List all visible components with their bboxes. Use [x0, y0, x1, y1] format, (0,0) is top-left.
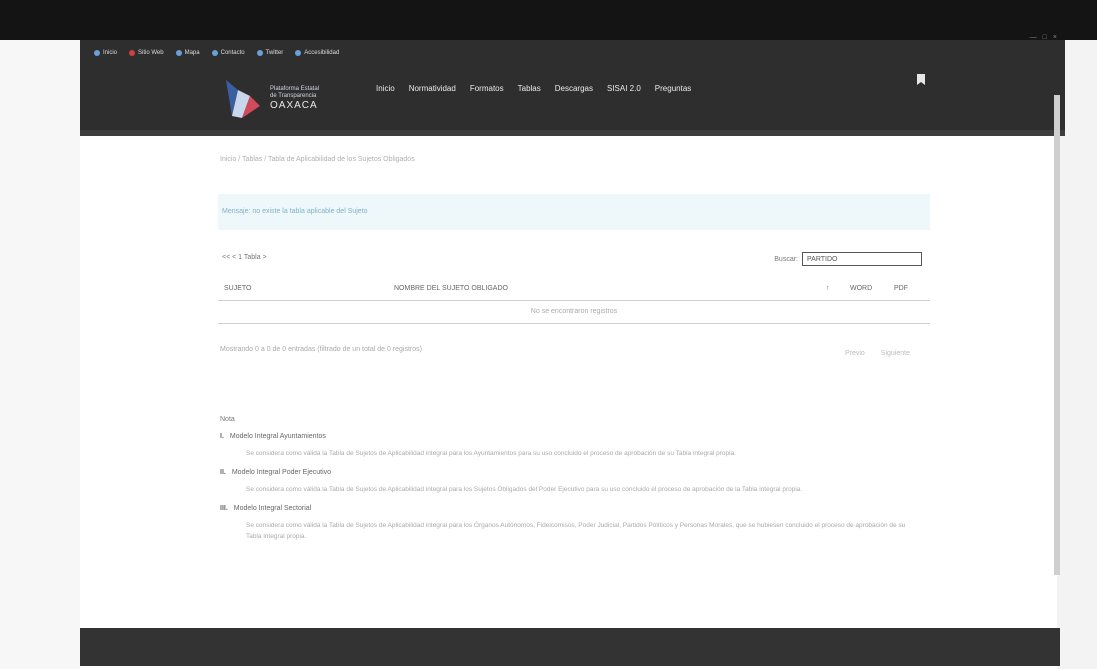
note-item: III. Modelo Integral Sectorial Se consid…: [220, 505, 920, 542]
topbar-label: Inicio: [103, 50, 118, 56]
note-number: I.: [220, 433, 224, 440]
previous-button[interactable]: Previo: [845, 350, 865, 357]
window-controls: — □ ×: [1030, 34, 1057, 41]
pager-bottom: Previo Siguiente: [845, 350, 910, 357]
twitter-icon: [256, 50, 263, 56]
note-title: Modelo Integral Ayuntamientos: [229, 433, 326, 440]
home-icon: [94, 50, 100, 56]
logo-line-1: Plataforma Estatal: [270, 85, 320, 92]
table-header: SUJETO NOMBRE DEL SUJETO OBLIGADO ↑ WORD…: [218, 278, 930, 301]
accessibility-icon: [295, 50, 302, 56]
column-header-word[interactable]: WORD: [850, 285, 872, 292]
utility-bar: Inicio Sitio Web Mapa Contacto Twitter A…: [94, 46, 339, 60]
site-logo[interactable]: Plataforma Estatal de Transparencia OAXA…: [220, 76, 319, 120]
table-row: No se encontraron registros: [218, 301, 930, 324]
note-body: Se considera como válida la Tabla de Suj…: [246, 522, 906, 540]
note-body: Se considera como válida la Tabla de Suj…: [246, 486, 803, 493]
notes-title: Nota: [220, 416, 235, 423]
site-footer: [80, 628, 1060, 666]
note-heading: III. Modelo Integral Sectorial: [220, 505, 920, 512]
note-heading: II. Modelo Integral Poder Ejecutivo: [220, 469, 920, 476]
mail-icon: [211, 50, 218, 56]
vertical-scrollbar[interactable]: [1054, 95, 1060, 575]
note-body: Se considera como válida la Tabla de Suj…: [246, 450, 736, 457]
note-item: II. Modelo Integral Poder Ejecutivo Se c…: [220, 469, 920, 495]
search-input[interactable]: [802, 252, 922, 266]
note-title: Modelo Integral Poder Ejecutivo: [231, 469, 332, 476]
notes-section: Nota I. Modelo Integral Ayuntamientos Se…: [220, 416, 920, 542]
nav-item-normatividad[interactable]: Normatividad: [409, 84, 456, 93]
next-button[interactable]: Siguiente: [881, 350, 910, 357]
globe-icon: [129, 50, 136, 56]
topbar-item-website[interactable]: Sitio Web: [129, 50, 164, 56]
bookmark-icon[interactable]: [917, 74, 925, 85]
main-nav: Inicio Normatividad Formatos Tablas Desc…: [376, 84, 691, 93]
breadcrumb[interactable]: Inicio / Tablas / Tabla de Aplicabilidad…: [220, 156, 415, 163]
topbar-label: Contacto: [220, 50, 245, 56]
nav-item-descargas[interactable]: Descargas: [555, 84, 593, 93]
alert-message: Mensaje: no existe la tabla aplicable de…: [218, 194, 930, 230]
maximize-icon[interactable]: □: [1043, 34, 1047, 41]
results-table: SUJETO NOMBRE DEL SUJETO OBLIGADO ↑ WORD…: [218, 278, 930, 324]
note-number: III.: [220, 505, 228, 512]
logo-line-3: OAXACA: [270, 99, 318, 111]
logo-text: Plataforma Estatal de Transparencia OAXA…: [270, 86, 319, 111]
close-icon[interactable]: ×: [1053, 34, 1057, 41]
topbar-item-map[interactable]: Mapa: [175, 50, 200, 56]
site-header: Inicio Sitio Web Mapa Contacto Twitter A…: [80, 40, 1065, 136]
empty-message: No se encontraron registros: [530, 308, 618, 315]
logo-line-2: de Transparencia: [270, 92, 317, 99]
nav-item-preguntas[interactable]: Preguntas: [655, 84, 691, 93]
note-heading: I. Modelo Integral Ayuntamientos: [220, 433, 920, 440]
topbar-label: Sitio Web: [138, 50, 164, 56]
alert-text: Mensaje: no existe la tabla aplicable de…: [222, 208, 368, 215]
nav-item-tablas[interactable]: Tablas: [518, 84, 541, 93]
note-number: II.: [220, 469, 226, 476]
table-info: Mostrando 0 a 0 de 0 entradas (filtrado …: [220, 346, 422, 353]
page-left-margin: [0, 40, 80, 669]
logo-emblem-icon: [226, 80, 260, 118]
pager-top[interactable]: << < 1 Tabla >: [222, 254, 267, 261]
topbar-item-accessibility[interactable]: Accesibilidad: [295, 50, 339, 56]
column-header-nombre[interactable]: NOMBRE DEL SUJETO OBLIGADO: [394, 285, 508, 292]
nav-item-sisai[interactable]: SISAI 2.0: [607, 84, 641, 93]
nav-item-inicio[interactable]: Inicio: [376, 84, 395, 93]
topbar-item-twitter[interactable]: Twitter: [256, 50, 284, 56]
map-icon: [175, 50, 182, 56]
nav-item-formatos[interactable]: Formatos: [470, 84, 504, 93]
search-label: Buscar:: [774, 255, 798, 263]
scrollbar-thumb[interactable]: [1054, 95, 1060, 575]
browser-top-band: [0, 0, 1097, 40]
note-item: I. Modelo Integral Ayuntamientos Se cons…: [220, 433, 920, 459]
topbar-label: Twitter: [265, 50, 284, 56]
sort-icon[interactable]: ↑: [826, 285, 830, 292]
search-box: Buscar:: [774, 252, 922, 266]
note-title: Modelo Integral Sectorial: [233, 505, 312, 512]
topbar-item-contact[interactable]: Contacto: [211, 50, 245, 56]
column-header-pdf[interactable]: PDF: [894, 285, 908, 292]
column-header-sujeto[interactable]: SUJETO: [224, 285, 252, 292]
topbar-item-home[interactable]: Inicio: [94, 50, 117, 56]
topbar-label: Mapa: [184, 50, 200, 56]
minimize-icon[interactable]: —: [1030, 34, 1037, 41]
topbar-label: Accesibilidad: [304, 50, 340, 56]
